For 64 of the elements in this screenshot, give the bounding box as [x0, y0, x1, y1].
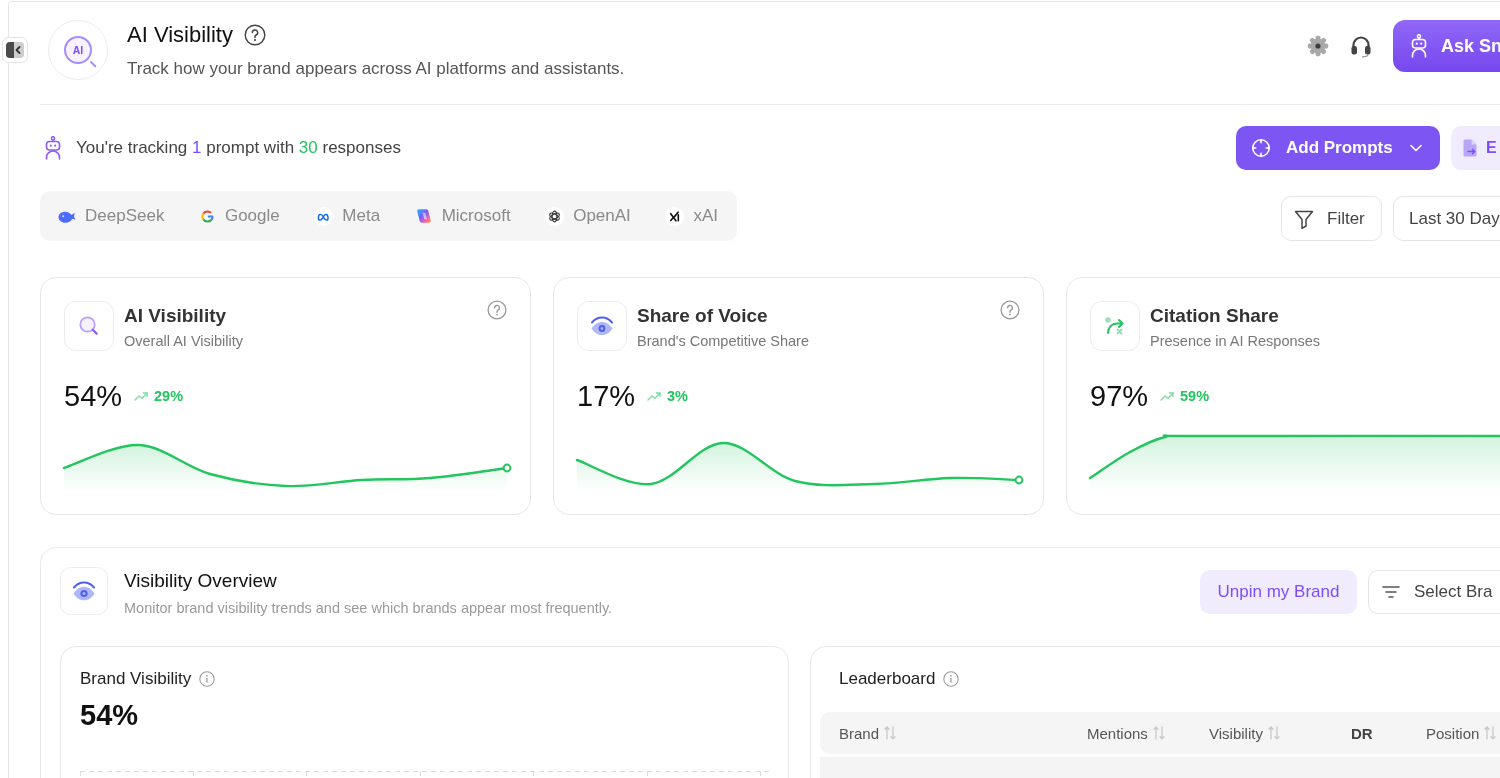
column-header: Position: [1426, 724, 1480, 742]
leaderboard-title: Leaderboard: [839, 669, 936, 689]
metric-change: 59%: [1180, 388, 1210, 404]
flower-icon: [545, 206, 565, 226]
trend-up-icon: [647, 391, 662, 401]
export-button[interactable]: E: [1451, 126, 1500, 170]
filter-button[interactable]: Filter: [1281, 196, 1382, 241]
filter-lines-icon: [1382, 585, 1400, 599]
document-arrow-icon: [1463, 139, 1477, 157]
sort-arrows-icon[interactable]: [1152, 725, 1165, 741]
page-subtitle: Track how your brand appears across AI platforms and assistants.: [127, 58, 625, 80]
column-header: Visibility: [1209, 724, 1263, 742]
chart-title: Brand Visibility: [80, 669, 192, 689]
eye-icon: [577, 301, 627, 351]
crosshair-icon: [1251, 138, 1271, 158]
column-header: DR: [1351, 724, 1373, 742]
g-logo-icon: [198, 207, 216, 225]
provider-chip[interactable]: OpenAI: [545, 206, 631, 226]
card-subtitle: Overall AI Visibility: [124, 332, 243, 350]
card-subtitle: Presence in AI Responses: [1150, 332, 1321, 350]
metric-value: 54%: [64, 379, 123, 414]
sidebar-toggle-icon[interactable]: [2, 37, 28, 63]
infinity-icon: [314, 206, 334, 226]
add-prompts-button[interactable]: Add Prompts: [1236, 126, 1440, 170]
provider-chip[interactable]: Microsoft: [414, 206, 511, 226]
chart-value: 54%: [80, 698, 140, 733]
robot-icon: [1409, 34, 1429, 58]
trend-up-icon: [134, 391, 149, 401]
card-title: AI Visibility: [124, 304, 228, 328]
date-range-button[interactable]: Last 30 Day: [1393, 196, 1500, 241]
section-title: Visibility Overview: [124, 569, 278, 593]
ribbon-logo-icon: [414, 207, 433, 225]
chevron-down-icon: [1410, 144, 1422, 152]
select-brands-button[interactable]: Select Bra: [1368, 570, 1500, 614]
unpin-brand-button[interactable]: Unpin my Brand: [1200, 570, 1357, 614]
info-icon[interactable]: [943, 671, 960, 687]
column-header: Brand: [839, 724, 880, 742]
provider-chip[interactable]: Google: [198, 206, 280, 226]
provider-chip[interactable]: DeepSeek: [57, 206, 165, 226]
column-header: Mentions: [1087, 724, 1148, 742]
eye-icon: [60, 567, 108, 615]
card-title: Share of Voice: [637, 304, 769, 328]
provider-chip[interactable]: Meta: [314, 206, 381, 226]
trend-up-icon: [1160, 391, 1175, 401]
info-icon[interactable]: [199, 671, 216, 687]
robot-icon: [43, 136, 63, 160]
tracking-summary: You're tracking 1 prompt with 30 responses: [76, 138, 401, 158]
metric-value: 97%: [1090, 379, 1149, 414]
sort-arrows-icon[interactable]: [1484, 725, 1497, 741]
page-title: AI Visibility: [127, 21, 233, 49]
sort-arrows-icon[interactable]: [884, 725, 897, 741]
metric-change: 29%: [154, 388, 184, 404]
settings-icon[interactable]: [1307, 35, 1329, 57]
x-logo-icon: [665, 206, 685, 226]
search-icon: [64, 301, 114, 351]
metric-value: 17%: [577, 379, 636, 414]
sort-arrows-icon[interactable]: [1267, 725, 1280, 741]
card-subtitle: Brand's Competitive Share: [637, 332, 810, 350]
provider-chip[interactable]: xAI: [665, 206, 718, 226]
help-icon[interactable]: [243, 24, 266, 46]
metric-change: 3%: [667, 388, 688, 404]
section-subtitle: Monitor brand visibility trends and see which brands appear most frequently.: [124, 599, 613, 617]
headset-icon[interactable]: [1349, 34, 1373, 58]
card-title: Citation Share: [1150, 304, 1280, 328]
